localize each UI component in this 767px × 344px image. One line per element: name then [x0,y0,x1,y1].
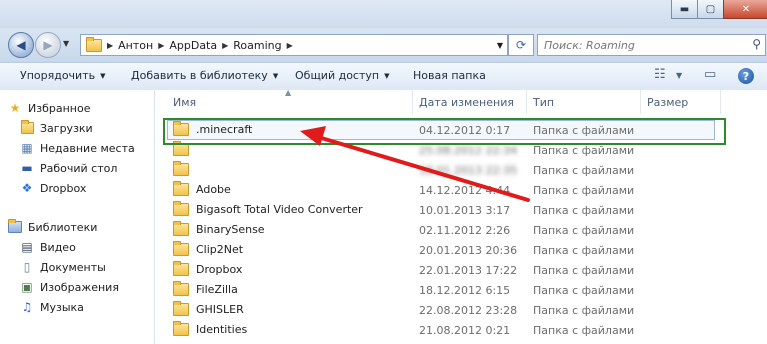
annotation-arrow-icon [300,126,530,202]
